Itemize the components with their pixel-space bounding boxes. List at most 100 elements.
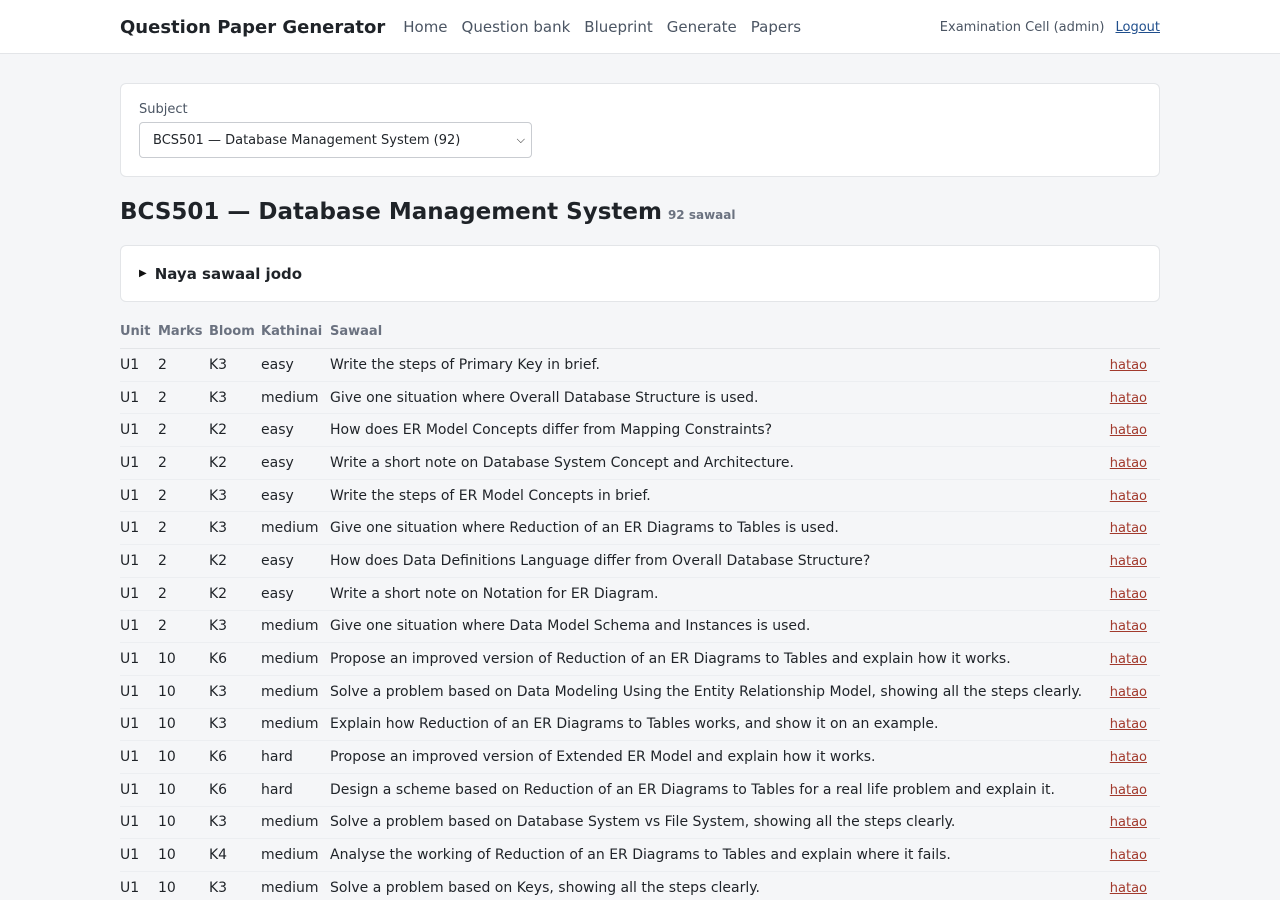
delete-question-link[interactable]: hatao (1110, 489, 1147, 504)
row-question: How does Data Definitions Language diffe… (330, 544, 1096, 578)
row-unit: U1 (120, 708, 158, 742)
row-unit: U1 (120, 381, 158, 415)
row-bloom: K3 (209, 806, 261, 840)
table-row: U1 2 K2 easy How does ER Model Concepts diff… (120, 413, 1160, 448)
row-difficulty: medium (261, 642, 330, 676)
row-unit: U1 (120, 806, 158, 840)
delete-question-link[interactable]: hatao (1110, 423, 1147, 438)
row-bloom: K3 (209, 348, 261, 382)
delete-question-link[interactable]: hatao (1110, 881, 1147, 896)
nav-question-bank[interactable]: Question bank (462, 18, 571, 36)
row-difficulty: medium (261, 838, 330, 872)
row-action: hatao (1096, 413, 1160, 448)
table-row: U1 10 K3 medium Explain how Reduction of an … (120, 708, 1160, 742)
row-action: hatao (1096, 642, 1160, 676)
row-question: Give one situation where Reduction of an… (330, 511, 1096, 546)
row-bloom: K2 (209, 446, 261, 480)
row-question: Write the steps of Primary Key in brief. (330, 348, 1096, 382)
col-bloom: Bloom (209, 324, 261, 349)
row-difficulty: easy (261, 544, 330, 578)
delete-question-link[interactable]: hatao (1110, 521, 1147, 536)
row-bloom: K2 (209, 544, 261, 578)
row-marks: 10 (158, 806, 209, 840)
subject-card: Subject BCS501 — Database Management Sys… (120, 83, 1160, 177)
row-question: Give one situation where Data Model Sche… (330, 610, 1096, 644)
delete-question-link[interactable]: hatao (1110, 358, 1147, 373)
row-bloom: K3 (209, 511, 261, 546)
app-brand[interactable]: Question Paper Generator (120, 17, 385, 38)
row-difficulty: hard (261, 773, 330, 807)
row-marks: 10 (158, 675, 209, 709)
table-row: U1 2 K3 easy Write the steps of ER Model Con… (120, 479, 1160, 513)
delete-question-link[interactable]: hatao (1110, 717, 1147, 732)
row-difficulty: medium (261, 511, 330, 546)
nav-home[interactable]: Home (403, 18, 447, 36)
row-unit: U1 (120, 511, 158, 546)
question-rows: U1 2 K3 easy Write the steps of Primary Key … (120, 348, 1160, 900)
nav-generate[interactable]: Generate (667, 18, 737, 36)
row-question: How does ER Model Concepts differ from M… (330, 413, 1096, 448)
row-question: Explain how Reduction of an ER Diagrams … (330, 708, 1096, 742)
logout-link[interactable]: Logout (1115, 20, 1160, 35)
delete-question-link[interactable]: hatao (1110, 456, 1147, 471)
row-action: hatao (1096, 577, 1160, 611)
row-action: hatao (1096, 773, 1160, 807)
row-unit: U1 (120, 348, 158, 382)
row-unit: U1 (120, 479, 158, 513)
row-difficulty: medium (261, 610, 330, 644)
row-bloom: K3 (209, 708, 261, 742)
row-difficulty: easy (261, 348, 330, 382)
subject-select-value: BCS501 — Database Management System (92) (153, 132, 461, 148)
delete-question-link[interactable]: hatao (1110, 587, 1147, 602)
row-bloom: K2 (209, 413, 261, 448)
col-marks: Marks (158, 324, 209, 349)
row-bloom: K6 (209, 773, 261, 807)
row-action: hatao (1096, 479, 1160, 513)
chevron-down-icon: ⌵ (516, 133, 525, 146)
table-header-row: Unit Marks Bloom Kathinai Sawaal (120, 324, 1160, 349)
subject-label: Subject (139, 102, 188, 117)
delete-question-link[interactable]: hatao (1110, 619, 1147, 634)
delete-question-link[interactable]: hatao (1110, 685, 1147, 700)
row-marks: 2 (158, 577, 209, 611)
row-marks: 10 (158, 642, 209, 676)
question-count: 92 sawaal (667, 208, 736, 222)
col-difficulty: Kathinai (261, 324, 330, 349)
delete-question-link[interactable]: hatao (1110, 783, 1147, 798)
row-question: Write a short note on Notation for ER Di… (330, 577, 1096, 611)
delete-question-link[interactable]: hatao (1110, 554, 1147, 569)
row-difficulty: medium (261, 708, 330, 742)
delete-question-link[interactable]: hatao (1110, 750, 1147, 765)
row-difficulty: easy (261, 446, 330, 480)
page-title: BCS501 — Database Management System (120, 199, 662, 225)
row-unit: U1 (120, 413, 158, 448)
nav-papers[interactable]: Papers (751, 18, 801, 36)
table-row: U1 2 K3 easy Write the steps of Primary Key … (120, 348, 1160, 382)
delete-question-link[interactable]: hatao (1110, 848, 1147, 863)
table-row: U1 2 K3 medium Give one situation where Redu… (120, 511, 1160, 546)
row-bloom: K2 (209, 577, 261, 611)
row-difficulty: hard (261, 740, 330, 774)
row-unit: U1 (120, 610, 158, 644)
row-bloom: K6 (209, 642, 261, 676)
col-unit: Unit (120, 324, 158, 349)
delete-question-link[interactable]: hatao (1110, 391, 1147, 406)
row-difficulty: medium (261, 871, 330, 900)
table-row: U1 10 K6 hard Design a scheme based on Reduc… (120, 773, 1160, 807)
row-marks: 2 (158, 348, 209, 382)
delete-question-link[interactable]: hatao (1110, 815, 1147, 830)
row-bloom: K6 (209, 740, 261, 774)
table-row: U1 10 K6 hard Propose an improved version of… (120, 740, 1160, 774)
row-marks: 2 (158, 413, 209, 448)
row-question: Write a short note on Database System Co… (330, 446, 1096, 480)
main-nav: Home Question bank Blueprint Generate Pa… (403, 18, 801, 36)
row-difficulty: easy (261, 413, 330, 448)
table-row: U1 10 K3 medium Solve a problem based on Dat… (120, 806, 1160, 840)
add-question-disclosure[interactable]: ▶ Naya sawaal jodo (120, 245, 1160, 302)
subject-select[interactable]: BCS501 — Database Management System (92)… (139, 122, 532, 158)
table-row: U1 2 K2 easy Write a short note on Database … (120, 446, 1160, 480)
table-row: U1 2 K3 medium Give one situation where Over… (120, 381, 1160, 415)
row-marks: 2 (158, 381, 209, 415)
delete-question-link[interactable]: hatao (1110, 652, 1147, 667)
nav-blueprint[interactable]: Blueprint (584, 18, 652, 36)
